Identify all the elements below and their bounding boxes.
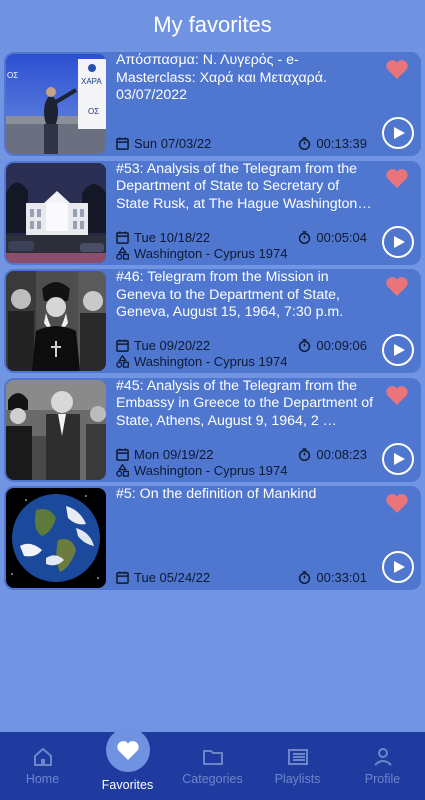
- item-duration: 00:08:23: [298, 447, 367, 462]
- nav-categories-label: Categories: [182, 772, 243, 786]
- item-duration: 00:13:39: [298, 136, 367, 151]
- calendar-icon: [116, 230, 129, 244]
- favorite-heart-icon[interactable]: [385, 384, 409, 406]
- timer-icon: [299, 571, 311, 584]
- play-button[interactable]: [382, 334, 414, 366]
- page-title: My favorites: [153, 12, 272, 37]
- thumbnail-sign-text: ΟΣ: [88, 107, 99, 116]
- item-category: Washington - Cyprus 1974: [116, 246, 287, 261]
- item-date: Tue 09/20/22: [116, 338, 210, 353]
- nav-playlists-label: Playlists: [274, 772, 321, 786]
- item-title: #53: Analysis of the Telegram from the D…: [116, 160, 372, 212]
- category-shapes-icon: [116, 246, 129, 260]
- thumbnail-sign-text: ΟΣ: [7, 71, 18, 80]
- person-icon: [373, 748, 392, 766]
- item-duration: 00:33:01: [298, 570, 367, 585]
- item-duration-text: 00:33:01: [316, 570, 367, 585]
- item-duration-text: 00:13:39: [316, 136, 367, 151]
- favorite-heart-icon[interactable]: [385, 275, 409, 297]
- thumbnail-image: [6, 488, 106, 588]
- item-title: #45: Analysis of the Telegram from the E…: [116, 377, 374, 429]
- item-category-text: Washington - Cyprus 1974: [134, 245, 288, 261]
- item-date-text: Tue 09/20/22: [134, 338, 211, 353]
- nav-home[interactable]: Home: [0, 732, 85, 800]
- item-duration: 00:05:04: [298, 230, 367, 245]
- play-button[interactable]: [382, 442, 414, 475]
- item-duration-text: 00:05:04: [316, 229, 367, 245]
- item-title: #46: Telegram from the Mission in Geneva…: [116, 269, 344, 320]
- thumbnail-image: [6, 162, 106, 263]
- play-button[interactable]: [382, 225, 414, 258]
- favorite-heart-icon[interactable]: [385, 167, 409, 189]
- list-item[interactable]: #45: Analysis of the Telegram from the E…: [4, 377, 421, 482]
- favorite-heart-icon[interactable]: [385, 492, 409, 514]
- category-shapes-icon: [116, 463, 129, 477]
- category-shapes-icon: [116, 355, 129, 368]
- play-icon: [394, 344, 405, 356]
- timer-icon: [299, 447, 311, 461]
- folder-icon: [202, 750, 223, 765]
- item-category-text: Washington - Cyprus 1974: [134, 354, 288, 369]
- timer-icon: [299, 339, 311, 352]
- play-button[interactable]: [382, 117, 414, 149]
- favorite-heart-icon[interactable]: [385, 58, 409, 80]
- home-icon: [33, 747, 52, 766]
- list-item[interactable]: #46: Telegram from the Mission in Geneva…: [4, 269, 421, 373]
- list-item[interactable]: ΧΑΡΑ ΟΣ ΟΣ Απόσπασμα: Ν. Λυγερός - e-Mas…: [4, 52, 421, 156]
- item-category-text: Washington - Cyprus 1974: [134, 462, 288, 478]
- thumbnail-image: [6, 379, 106, 480]
- list-item[interactable]: #53: Analysis of the Telegram from the D…: [4, 160, 421, 265]
- thumbnail-image: ΧΑΡΑ ΟΣ ΟΣ: [6, 54, 106, 154]
- item-title: Απόσπασμα: Ν. Λυγερός - e-Masterclass: Χ…: [116, 52, 327, 103]
- item-date: Mon 09/19/22: [116, 447, 214, 462]
- item-title: #5: On the definition of Mankind: [116, 486, 317, 502]
- calendar-icon: [116, 137, 129, 150]
- nav-categories[interactable]: Categories: [170, 732, 255, 800]
- nav-favorites[interactable]: Favorites: [85, 728, 170, 800]
- item-category: Washington - Cyprus 1974: [116, 463, 287, 478]
- nav-profile-label: Profile: [364, 772, 401, 786]
- thumbnail-sign-text: ΧΑΡΑ: [81, 77, 102, 86]
- item-category: Washington - Cyprus 1974: [116, 354, 287, 369]
- heart-icon: [116, 741, 139, 760]
- nav-favorites-bubble: [105, 728, 150, 772]
- favorites-list: ΧΑΡΑ ΟΣ ΟΣ Απόσπασμα: Ν. Λυγερός - e-Mas…: [4, 52, 421, 595]
- calendar-icon: [116, 447, 129, 461]
- item-date-text: Tue 05/24/22: [134, 570, 211, 585]
- calendar-icon: [116, 571, 129, 584]
- play-button[interactable]: [382, 551, 414, 583]
- nav-home-label: Home: [25, 772, 60, 786]
- nav-profile[interactable]: Profile: [340, 732, 425, 800]
- play-icon: [394, 235, 405, 248]
- timer-icon: [299, 137, 311, 150]
- page-header: My favorites: [0, 0, 425, 50]
- item-date: Tue 10/18/22: [116, 230, 210, 245]
- item-date: Tue 05/24/22: [116, 570, 210, 585]
- calendar-icon: [116, 339, 129, 352]
- item-duration-text: 00:09:06: [316, 338, 367, 353]
- play-icon: [394, 127, 405, 139]
- list-icon: [287, 749, 308, 765]
- item-duration: 00:09:06: [298, 338, 367, 353]
- item-date: Sun 07/03/22: [116, 136, 211, 151]
- nav-favorites-label: Favorites: [101, 778, 154, 792]
- play-icon: [394, 452, 405, 465]
- item-duration-text: 00:08:23: [316, 446, 367, 462]
- thumbnail-image: [6, 271, 106, 371]
- item-date-text: Mon 09/19/22: [134, 446, 214, 462]
- item-date-text: Tue 10/18/22: [134, 229, 211, 245]
- list-item[interactable]: #5: On the definition of Mankind Tue 05/…: [4, 486, 421, 590]
- nav-playlists[interactable]: Playlists: [255, 732, 340, 800]
- timer-icon: [299, 230, 311, 244]
- bottom-navigation: Home Favorites Categories Playlists Prof…: [0, 728, 425, 800]
- play-icon: [394, 561, 405, 573]
- item-date-text: Sun 07/03/22: [134, 136, 212, 151]
